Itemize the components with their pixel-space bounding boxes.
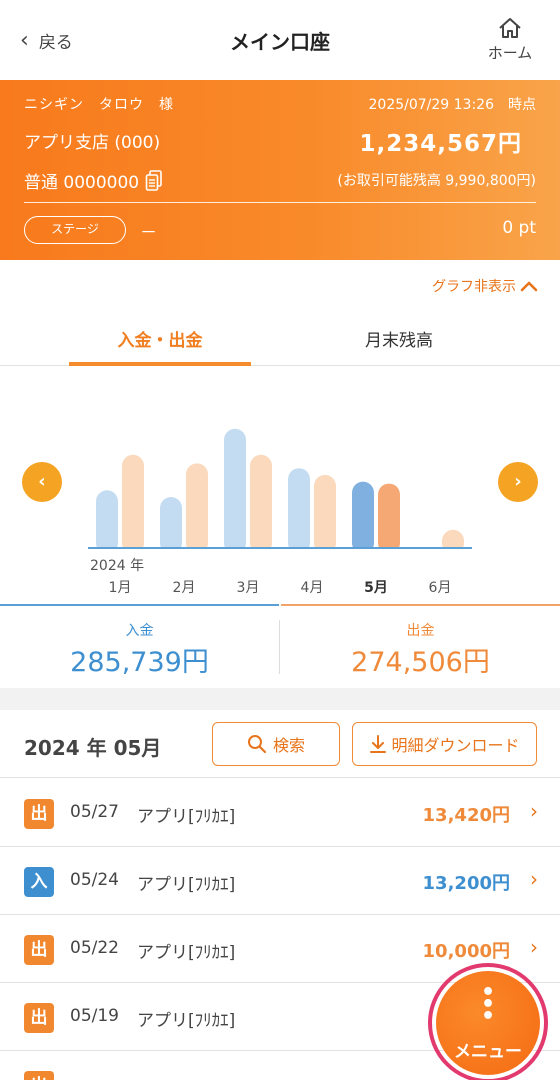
account-divider (24, 202, 536, 203)
download-label: 明細ダウンロード (391, 736, 520, 755)
section-gap (0, 688, 560, 710)
transaction-type-badge: 出 (24, 799, 54, 829)
graph-toggle-label: グラフ非表示 (432, 279, 516, 295)
chart-year-label: 2024 年 (90, 558, 145, 574)
chevron-right-icon: › (514, 471, 522, 492)
chart-svg (80, 428, 480, 558)
transaction-row[interactable]: 入 05/24 アプリ[ﾌﾘｶｴ] 13,200円 › (0, 847, 560, 915)
deposit-bar[interactable] (160, 497, 182, 554)
transaction-date: 05/19 (70, 1006, 119, 1026)
account-card: ニシギン タロウ 様 2025/07/29 13:26 時点 アプリ支店 (00… (0, 80, 560, 260)
chevron-right-icon: › (530, 935, 538, 959)
chart-month-label: 6月 (428, 580, 452, 596)
search-button[interactable]: 検索 (212, 722, 340, 766)
withdrawal-bar[interactable] (186, 463, 208, 554)
tab-month-end-balance[interactable]: 月末残高 (308, 326, 490, 351)
chevron-right-icon: › (530, 799, 538, 823)
account-number: 普通 0000000 (24, 173, 140, 193)
search-label: 検索 (272, 736, 305, 755)
deposit-total-value: 285,739円 (70, 647, 209, 678)
branch-name: アプリ支店 (000) (24, 133, 161, 153)
transaction-description: アプリ[ﾌﾘｶｴ] (137, 1011, 236, 1031)
withdrawal-underline (281, 604, 560, 606)
active-tab-indicator (69, 362, 251, 366)
download-icon (370, 735, 387, 753)
tab-bar: 入金・出金 月末残高 (0, 316, 560, 366)
home-icon (499, 18, 521, 38)
account-number-row: 普通 0000000 (24, 168, 163, 193)
chart-month-label: 1月 (108, 580, 132, 596)
transaction-amount: 13,420円 (422, 805, 510, 826)
transaction-type-badge: 出 (24, 1071, 54, 1080)
chevron-left-icon: ‹ (38, 471, 46, 492)
prev-period-button[interactable]: ‹ (22, 462, 62, 502)
transaction-type-badge: 出 (24, 1003, 54, 1033)
transaction-type-badge: 出 (24, 935, 54, 965)
nav-bar: ‹ 戻る メイン口座 ホーム (0, 0, 560, 80)
withdrawal-bar[interactable] (378, 483, 400, 554)
balance-timestamp: 2025/07/29 13:26 時点 (368, 97, 537, 113)
totals-panel: 入金 285,739円 出金 274,506円 (0, 604, 560, 688)
transaction-date: 05/24 (70, 870, 119, 890)
withdrawal-bar[interactable] (250, 454, 272, 554)
account-holder-name: ニシギン タロウ 様 (24, 97, 174, 113)
withdrawal-total-value: 274,506円 (351, 647, 490, 678)
points-value: 0 pt (502, 218, 536, 238)
deposit-bar[interactable] (288, 468, 310, 554)
more-vertical-icon: • • • (480, 980, 496, 1029)
app-root: ‹ 戻る メイン口座 ホーム ニシギン タロウ 様 2025/07/29 13:… (0, 0, 560, 1080)
chevron-right-icon: › (530, 867, 538, 891)
deposit-bar[interactable] (352, 481, 374, 554)
transaction-date: 05/27 (70, 802, 119, 822)
chart-month-label: 2月 (172, 580, 196, 596)
search-icon (247, 735, 267, 754)
tab-deposit-withdrawal[interactable]: 入金・出金 (69, 326, 251, 351)
transaction-amount: 13,200円 (422, 873, 510, 894)
menu-label: メニュー (454, 1042, 522, 1062)
transaction-date: 05/22 (70, 938, 119, 958)
transaction-description: アプリ[ﾌﾘｶｴ] (137, 807, 236, 827)
transaction-type-badge: 入 (24, 867, 54, 897)
transaction-amount: 10,000円 (422, 941, 510, 962)
graph-toggle-button[interactable]: グラフ非表示 (432, 276, 538, 296)
month-title: 2024 年 05月 (24, 736, 162, 760)
chart-month-label: 4月 (300, 580, 324, 596)
transaction-row[interactable]: 出 05/27 アプリ[ﾌﾘｶｴ] 13,420円 › (0, 779, 560, 847)
account-balance: 1,234,567円 (359, 131, 522, 157)
page-title: メイン口座 (230, 30, 330, 54)
home-button[interactable]: ホーム (482, 16, 538, 63)
transaction-description: アプリ[ﾌﾘｶｴ] (137, 943, 236, 963)
deposit-total-label: 入金 (125, 623, 154, 639)
deposit-bar[interactable] (96, 490, 118, 554)
chart-month-label: 3月 (236, 580, 260, 596)
available-balance: (お取引可能残高 9,990,800円) (337, 173, 536, 189)
copy-icon[interactable] (145, 169, 163, 192)
transaction-description: アプリ[ﾌﾘｶｴ] (137, 875, 236, 895)
deposit-underline (0, 604, 279, 606)
chart-month-label: 5月 (364, 580, 388, 596)
withdrawal-bar[interactable] (314, 474, 336, 554)
chevron-up-icon (520, 281, 538, 292)
month-header: 2024 年 05月 検索 明細ダウンロード (0, 710, 560, 778)
deposit-bar[interactable] (224, 428, 246, 554)
home-label: ホーム (487, 44, 533, 62)
next-period-button[interactable]: › (498, 462, 538, 502)
bar-chart: ‹ › 2024 年 1月 2月 3月 4月 5月 6月 (0, 367, 560, 607)
withdrawal-bar[interactable] (122, 454, 144, 554)
stage-value: － (140, 223, 157, 243)
withdrawal-total-label: 出金 (406, 623, 435, 639)
download-statement-button[interactable]: 明細ダウンロード (352, 722, 537, 766)
totals-divider (279, 620, 280, 674)
stage-badge: ステージ (24, 216, 126, 244)
menu-button[interactable]: • • • メニュー (436, 971, 540, 1075)
